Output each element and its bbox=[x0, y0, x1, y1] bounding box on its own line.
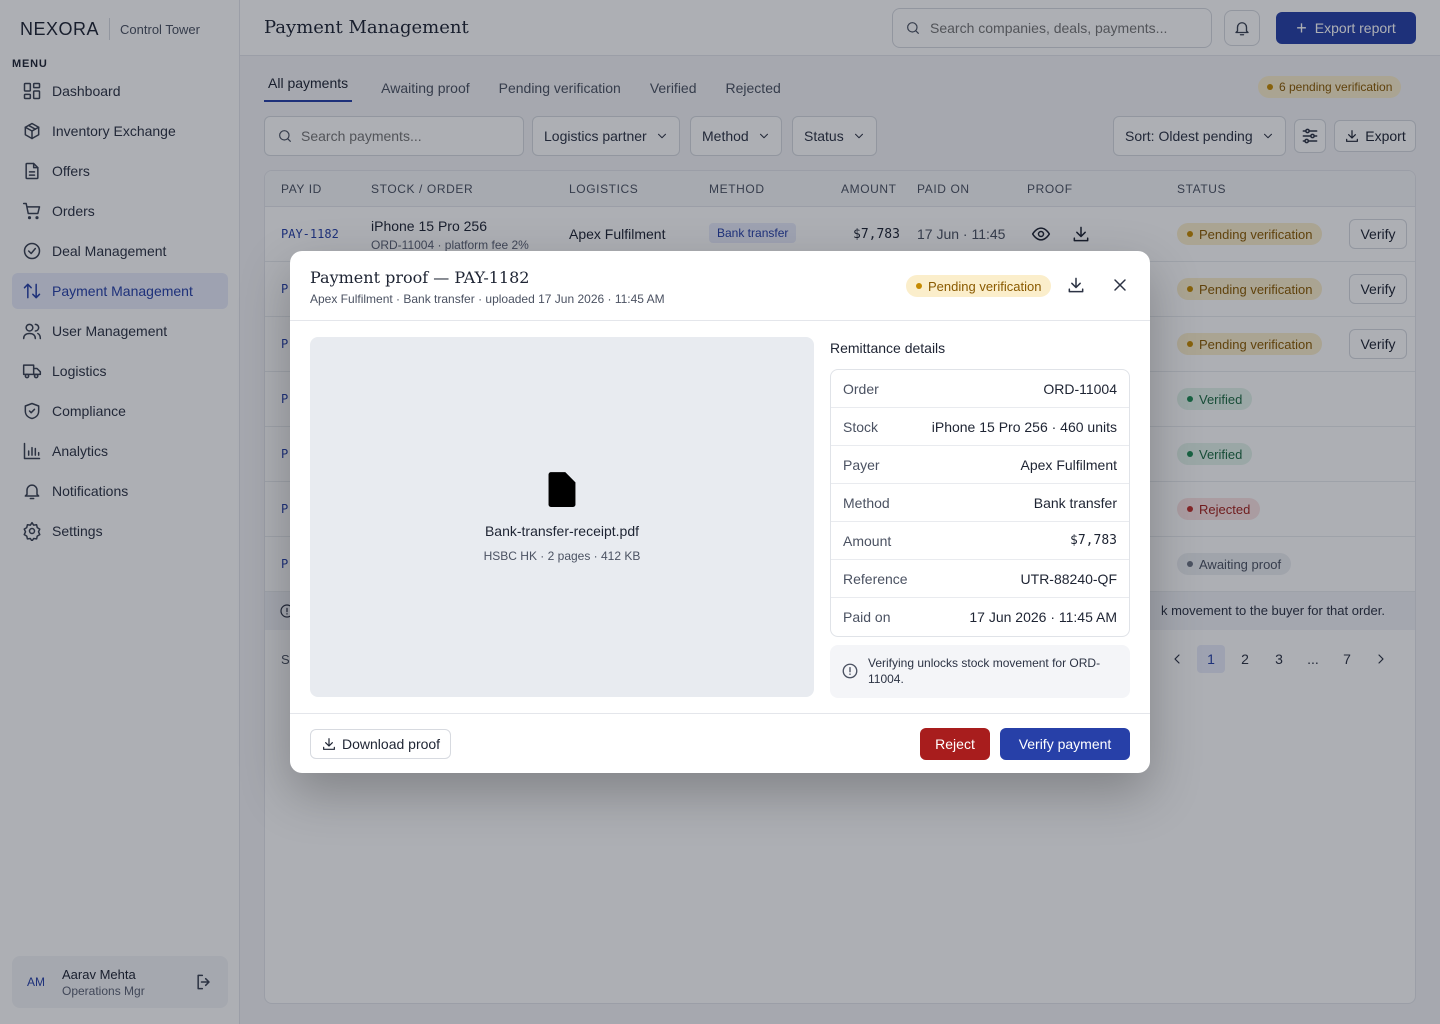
proof-preview[interactable]: Bank-transfer-receipt.pdf HSBC HK · 2 pa… bbox=[310, 337, 814, 697]
file-name: Bank-transfer-receipt.pdf bbox=[484, 523, 640, 539]
file-meta: HSBC HK · 2 pages · 412 KB bbox=[483, 549, 641, 563]
status-badge: Pending verification bbox=[906, 275, 1052, 297]
detail-row: Paid on 17 Jun 2026 · 11:45 AM bbox=[831, 598, 1129, 636]
detail-row: Order ORD-11004 bbox=[831, 370, 1129, 408]
modal-header: Payment proof — PAY-1182 Apex Fulfilment… bbox=[290, 251, 1150, 321]
download-icon bbox=[321, 736, 337, 752]
status-label: Pending verification bbox=[928, 278, 1042, 294]
status-dot bbox=[916, 283, 922, 289]
verification-note-text: Verifying unlocks stock movement for ORD… bbox=[868, 656, 1101, 686]
detail-key: Stock bbox=[843, 418, 879, 435]
payment-proof-modal: Payment proof — PAY-1182 Apex Fulfilment… bbox=[290, 251, 1150, 773]
download-icon[interactable] bbox=[1066, 275, 1086, 295]
info-icon bbox=[841, 662, 859, 680]
detail-value: $7,783 bbox=[1070, 533, 1117, 548]
detail-value: 17 Jun 2026 · 11:45 AM bbox=[969, 609, 1117, 625]
detail-value: UTR-88240-QF bbox=[1020, 570, 1117, 587]
modal-subtitle: Apex Fulfilment · Bank transfer · upload… bbox=[310, 292, 665, 306]
detail-row: Payer Apex Fulfilment bbox=[831, 446, 1129, 484]
download-proof-button[interactable]: Download proof bbox=[310, 729, 452, 759]
detail-row: Method Bank transfer bbox=[831, 484, 1129, 522]
remittance-title: Remittance details bbox=[830, 340, 946, 356]
remittance-details: Order ORD-11004 Stock iPhone 15 Pro 256 · … bbox=[830, 369, 1130, 637]
download-proof-label: Download proof bbox=[342, 736, 441, 752]
detail-key: Order bbox=[843, 380, 879, 397]
detail-value: iPhone 15 Pro 256 · 460 units bbox=[931, 418, 1117, 435]
detail-value: Bank transfer bbox=[1033, 494, 1117, 511]
detail-key: Paid on bbox=[843, 609, 891, 625]
modal-title: Payment proof — PAY-1182 bbox=[310, 268, 530, 287]
modal-footer: Download proof Reject Verify payment bbox=[290, 713, 1150, 773]
detail-value: Apex Fulfilment bbox=[1020, 456, 1117, 473]
detail-value: ORD-11004 bbox=[1043, 380, 1117, 397]
detail-key: Reference bbox=[843, 570, 908, 587]
detail-row: Stock iPhone 15 Pro 256 · 460 units bbox=[831, 408, 1129, 446]
detail-row: Amount $7,783 bbox=[831, 522, 1129, 560]
detail-key: Method bbox=[843, 494, 890, 511]
detail-row: Reference UTR-88240-QF bbox=[831, 560, 1129, 598]
file-icon bbox=[543, 469, 581, 511]
verify-payment-button[interactable]: Verify payment bbox=[1000, 728, 1130, 760]
verification-note: Verifying unlocks stock movement for ORD… bbox=[830, 645, 1130, 698]
close-icon[interactable] bbox=[1110, 275, 1130, 295]
reject-button[interactable]: Reject bbox=[920, 728, 990, 760]
detail-key: Amount bbox=[843, 532, 892, 549]
detail-key: Payer bbox=[843, 456, 880, 473]
